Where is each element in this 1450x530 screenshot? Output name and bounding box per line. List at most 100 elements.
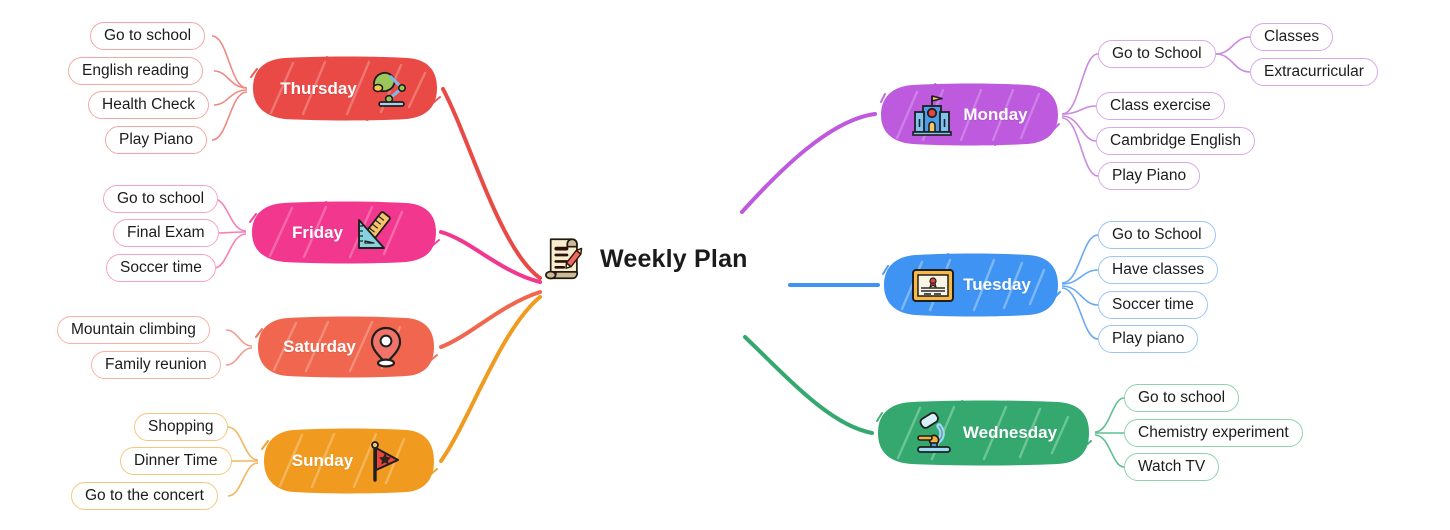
leaf-label: Soccer time (120, 259, 202, 277)
leaf-pill[interactable]: Family reunion (91, 351, 221, 379)
leaf-connector (1094, 434, 1125, 468)
leaf-connector (1061, 105, 1097, 115)
leaf-connector (1061, 115, 1097, 142)
leaf-pill[interactable]: Play Piano (1098, 162, 1201, 190)
leaf-label: Go to school (117, 190, 205, 208)
leaf-connector (1215, 36, 1251, 55)
leaf-label: Cambridge English (1110, 132, 1241, 150)
branch-node-sunday[interactable]: Sunday (258, 427, 440, 495)
leaf-pill[interactable]: Have classes (1098, 256, 1219, 284)
leaf-connector (1061, 234, 1099, 284)
leaf-pill[interactable]: Chemistry experiment (1124, 419, 1303, 447)
leaf-connector (213, 70, 248, 89)
leaf-pill[interactable]: Dinner Time (120, 447, 232, 475)
leaf-connector (1061, 285, 1099, 306)
leaf-label: Soccer time (1112, 296, 1194, 314)
leaf-pill[interactable]: Cambridge English (1096, 127, 1255, 155)
leaf-pill[interactable]: Go to school (1124, 384, 1240, 412)
leaf-label: Chemistry experiment (1138, 424, 1289, 442)
certificate-icon (912, 269, 955, 302)
leaf-pill[interactable]: Soccer time (1098, 291, 1208, 319)
location-pin-icon (370, 326, 401, 368)
connector-wednesday (743, 335, 874, 435)
leaf-connector (227, 462, 259, 497)
branch-node-thursday[interactable]: Thursday (247, 55, 443, 122)
leaf-connector (213, 89, 248, 106)
leaf-label: English reading (82, 62, 189, 80)
connector-sunday (439, 295, 542, 463)
leaf-label: Go to school (104, 27, 192, 45)
leaf-label: Shopping (148, 418, 214, 436)
leaf-pill[interactable]: Go to School (1098, 40, 1216, 68)
scroll-pencil-icon (545, 238, 583, 280)
leaf-pill[interactable]: Mountain climbing (57, 316, 210, 344)
leaf-label: Extracurricular (1264, 63, 1364, 81)
branch-node-monday[interactable]: Monday (875, 82, 1063, 147)
central-topic-label: Weekly Plan (600, 244, 748, 273)
leaf-label: Watch TV (1138, 458, 1206, 476)
leaf-label: Go to School (1112, 226, 1202, 244)
leaf-connector (225, 329, 253, 347)
leaf-connector (213, 233, 247, 269)
leaf-label: Have classes (1112, 261, 1205, 279)
connector-thursday (441, 87, 542, 280)
leaf-pill[interactable]: Play Piano (105, 126, 208, 154)
leaf-pill[interactable]: Class exercise (1096, 92, 1225, 120)
leaf-pill[interactable]: Go to the concert (71, 482, 218, 510)
leaf-label: Go to school (1138, 389, 1226, 407)
leaf-label: Go to School (1112, 45, 1202, 63)
leaf-pill[interactable]: Play piano (1098, 325, 1199, 353)
red-flag-icon (371, 441, 400, 482)
branch-node-friday[interactable]: Friday (246, 200, 442, 265)
microscope-icon (917, 411, 951, 453)
branch-label-sunday: Sunday (291, 451, 354, 470)
leaf-connector (225, 347, 253, 366)
school-building-icon (912, 94, 953, 136)
branch-label-wednesday: Wednesday (962, 423, 1058, 442)
branch-label-tuesday: Tuesday (963, 275, 1031, 294)
connector-saturday (439, 290, 542, 349)
leaf-pill[interactable]: Classes (1250, 23, 1334, 51)
central-topic[interactable]: Weekly Plan (540, 236, 748, 282)
leaf-connector (227, 426, 259, 461)
leaf-label: Dinner Time (134, 452, 218, 470)
leaf-pill[interactable]: Go to School (1098, 221, 1216, 249)
leaf-label: Classes (1264, 28, 1320, 46)
leaf-label: Mountain climbing (71, 321, 196, 339)
leaf-pill[interactable]: English reading (68, 57, 203, 85)
branch-label-thursday: Thursday (280, 78, 357, 98)
leaf-label: Family reunion (105, 356, 207, 374)
leaf-label: Class exercise (1110, 97, 1211, 115)
leaf-connector (1094, 397, 1125, 433)
branch-label-friday: Friday (291, 222, 344, 242)
branch-node-wednesday[interactable]: Wednesday (872, 399, 1095, 467)
leaf-label: Play piano (1112, 330, 1185, 348)
leaf-pill[interactable]: Shopping (134, 413, 228, 441)
leaf-connector (1061, 269, 1099, 285)
leaf-connector (211, 91, 248, 141)
leaf-pill[interactable]: Soccer time (106, 254, 216, 282)
branch-label-saturday: Saturday (283, 337, 356, 356)
leaf-label: Health Check (102, 96, 196, 114)
leaf-connector (1061, 287, 1099, 340)
branch-label-monday: Monday (963, 104, 1028, 124)
branch-node-tuesday[interactable]: Tuesday (878, 252, 1063, 318)
leaf-pill[interactable]: Final Exam (113, 219, 219, 247)
desk-lamp-icon (372, 71, 406, 107)
leaf-connector (213, 231, 247, 234)
leaf-label: Go to the concert (85, 487, 204, 505)
leaf-label: Play Piano (119, 131, 194, 149)
leaf-pill[interactable]: Extracurricular (1250, 58, 1378, 86)
branch-node-saturday[interactable]: Saturday (252, 315, 440, 379)
leaf-pill[interactable]: Watch TV (1124, 453, 1220, 481)
leaf-pill[interactable]: Go to school (90, 22, 206, 50)
leaf-label: Final Exam (127, 224, 205, 242)
rulers-icon (358, 210, 391, 249)
leaf-pill[interactable]: Health Check (88, 91, 210, 119)
leaf-connector (1061, 53, 1099, 115)
connector-friday (439, 230, 542, 284)
leaf-connector (211, 35, 248, 89)
leaf-pill[interactable]: Go to school (103, 185, 219, 213)
leaf-label: Play Piano (1112, 167, 1187, 185)
connector-monday (740, 112, 877, 214)
